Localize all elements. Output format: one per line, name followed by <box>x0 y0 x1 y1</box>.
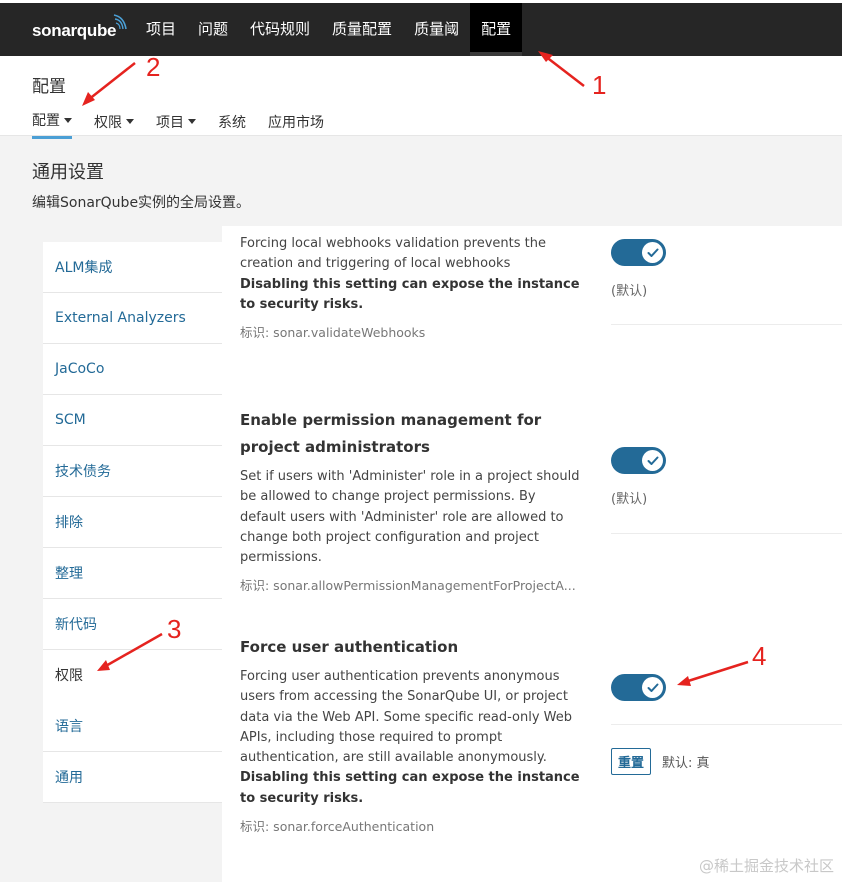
page-header: 配置 配置 权限 项目 系统 应用市场 <box>0 56 842 139</box>
subnav-marketplace[interactable]: 应用市场 <box>268 110 324 139</box>
setting-description: Forcing user authentication prevents ano… <box>240 669 580 806</box>
logo-text: sonarqube <box>32 21 117 40</box>
caret-down-icon <box>188 119 196 124</box>
caret-down-icon <box>64 117 72 123</box>
setting-description: Set if users with 'Administer' role in a… <box>240 469 580 566</box>
default-indicator: (默认) <box>611 492 648 507</box>
annotation-number-2: 2 <box>146 52 161 82</box>
permission-management-toggle[interactable] <box>611 447 666 474</box>
check-icon <box>642 677 663 698</box>
category-scm[interactable]: SCM <box>43 395 222 446</box>
setting-warning: Disabling this setting can expose the in… <box>240 770 580 806</box>
check-icon <box>642 242 663 263</box>
logo-waves-icon <box>113 14 127 30</box>
subnav-projects[interactable]: 项目 <box>156 110 196 139</box>
category-jacoco[interactable]: JaCoCo <box>43 344 222 395</box>
subnav-configuration[interactable]: 配置 <box>32 110 72 139</box>
category-general[interactable]: 通用 <box>43 752 222 803</box>
category-languages[interactable]: 语言 <box>43 701 222 752</box>
setting-divider <box>611 724 842 725</box>
nav-quality-profiles[interactable]: 质量配置 <box>321 3 403 56</box>
category-alm-integration[interactable]: ALM集成 <box>43 242 222 293</box>
setting-title: Force user authentication <box>240 638 459 656</box>
force-authentication-toggle[interactable] <box>611 674 666 701</box>
subnav-configuration-label: 配置 <box>32 113 60 129</box>
nav-issues[interactable]: 问题 <box>187 3 239 56</box>
setting-title: Enable permission management for project… <box>240 411 542 456</box>
category-sidebar: ALM集成 External Analyzers JaCoCo SCM 技术债务… <box>43 242 233 803</box>
nav-projects[interactable]: 项目 <box>135 3 187 56</box>
setting-warning: Disabling this setting can expose the in… <box>240 276 580 312</box>
validate-webhooks-toggle[interactable] <box>611 239 666 266</box>
subnav-system[interactable]: 系统 <box>218 110 246 139</box>
caret-down-icon <box>126 119 134 124</box>
check-icon <box>642 450 663 471</box>
category-new-code[interactable]: 新代码 <box>43 599 222 650</box>
category-exclusions[interactable]: 排除 <box>43 497 222 548</box>
setting-divider <box>611 324 842 325</box>
settings-panel: Forcing local webhooks validation preven… <box>222 226 842 882</box>
nav-quality-gates[interactable]: 质量阈 <box>403 3 470 56</box>
subnav-system-label: 系统 <box>218 114 246 131</box>
setting-divider <box>611 533 842 534</box>
nav-administration[interactable]: 配置 <box>470 3 523 56</box>
category-technical-debt[interactable]: 技术债务 <box>43 446 222 497</box>
admin-subnav: 配置 权限 项目 系统 应用市场 <box>32 110 346 139</box>
subnav-security-label: 权限 <box>94 114 122 131</box>
reset-button[interactable]: 重置 <box>611 748 652 775</box>
nav-rules[interactable]: 代码规则 <box>239 3 321 56</box>
page-title: 配置 <box>32 77 66 97</box>
annotation-number-3: 3 <box>167 614 182 644</box>
subnav-marketplace-label: 应用市场 <box>268 114 324 131</box>
section-title: 通用设置 <box>32 162 104 183</box>
section-description: 编辑SonarQube实例的全局设置。 <box>32 195 251 211</box>
category-housekeeping[interactable]: 整理 <box>43 548 222 599</box>
subnav-projects-label: 项目 <box>156 114 184 131</box>
setting-key: 标识: sonar.forceAuthentication <box>240 819 435 835</box>
watermark: @稀土掘金技术社区 <box>698 857 834 875</box>
sonarqube-logo[interactable]: sonarqube <box>32 14 127 45</box>
main-nav: 项目 问题 代码规则 质量配置 质量阈 配置 <box>135 3 523 56</box>
top-navbar: sonarqube 项目 问题 代码规则 质量配置 质量阈 配置 <box>0 0 842 56</box>
category-security[interactable]: 权限 <box>43 650 233 701</box>
subnav-security[interactable]: 权限 <box>94 110 134 139</box>
default-value: 默认: 真 <box>662 756 710 771</box>
setting-key: 标识: sonar.validateWebhooks <box>240 325 426 341</box>
annotation-number-4: 4 <box>752 641 767 671</box>
default-indicator: (默认) <box>611 284 648 299</box>
setting-key: 标识: sonar.allowPermissionManagementForPr… <box>240 578 576 594</box>
annotation-number-1: 1 <box>592 70 607 100</box>
setting-description: Forcing local webhooks validation preven… <box>240 236 580 312</box>
category-external-analyzers[interactable]: External Analyzers <box>43 293 222 344</box>
